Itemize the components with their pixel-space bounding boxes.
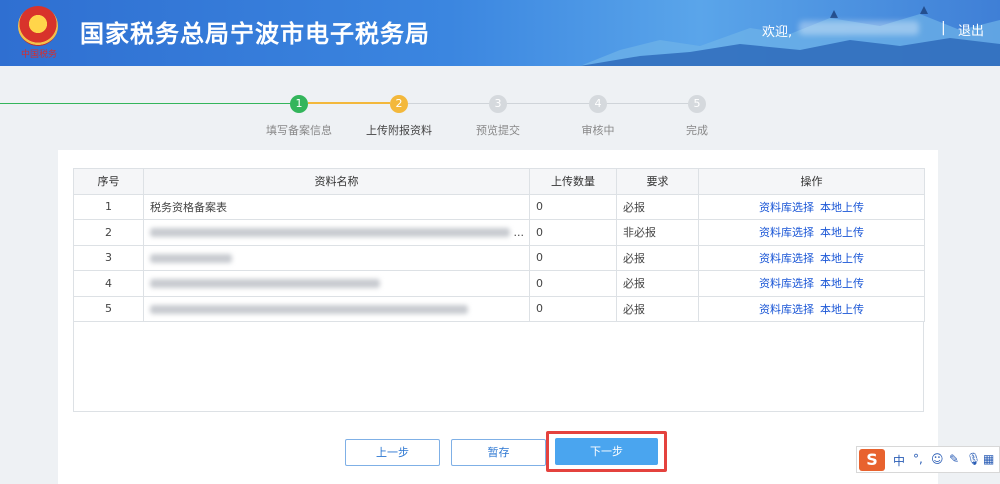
library-select-link[interactable]: 资料库选择 <box>759 277 814 290</box>
table-row: 1 税务资格备案表 0 必报 资料库选择 本地上传 <box>73 193 925 220</box>
sogou-logo-icon[interactable]: S <box>859 449 885 471</box>
step-3-circle: 3 <box>489 95 507 113</box>
library-select-link[interactable]: 资料库选择 <box>759 252 814 265</box>
row-name <box>143 270 530 297</box>
step-3-label: 预览提交 <box>476 124 520 137</box>
step-1-label: 填写备案信息 <box>266 124 332 137</box>
step-progress-line-todo <box>408 103 698 104</box>
library-select-link[interactable]: 资料库选择 <box>759 226 814 239</box>
row-requirement: 必报 <box>616 244 699 271</box>
logout-link[interactable]: 退出 <box>958 20 984 39</box>
header-no: 序号 <box>73 168 144 195</box>
save-draft-button[interactable]: 暂存 <box>451 439 546 466</box>
table-header-row: 序号 资料名称 上传数量 要求 操作 <box>73 168 925 195</box>
row-no: 2 <box>73 219 144 246</box>
pen-icon[interactable]: ✎ <box>949 452 959 466</box>
row-name-ellipsis: ... <box>513 225 525 239</box>
row-requirement: 必报 <box>616 193 699 220</box>
local-upload-link[interactable]: 本地上传 <box>820 252 864 265</box>
header-separator: | <box>941 20 946 36</box>
table-row: 3 0 必报 资料库选择 本地上传 <box>73 244 925 271</box>
header-actions: 操作 <box>698 168 925 195</box>
local-upload-link[interactable]: 本地上传 <box>820 303 864 316</box>
table-empty-area <box>73 322 924 412</box>
microphone-icon[interactable]: 🎙 <box>966 452 981 466</box>
redacted-text <box>150 228 510 238</box>
library-select-link[interactable]: 资料库选择 <box>759 303 814 316</box>
step-4-circle: 4 <box>589 95 607 113</box>
redacted-text <box>150 253 232 263</box>
step-progress-line-active <box>308 102 390 104</box>
step-progress-line-done <box>0 103 292 104</box>
grid-icon[interactable]: ▦ <box>983 452 994 466</box>
local-upload-link[interactable]: 本地上传 <box>820 277 864 290</box>
site-title: 国家税务总局宁波市电子税务局 <box>80 20 430 48</box>
emoji-icon[interactable]: ☺ <box>931 452 944 466</box>
row-count: 0 <box>529 244 617 271</box>
row-requirement: 非必报 <box>616 219 699 246</box>
row-name-text: 税务资格备案表 <box>150 200 227 214</box>
row-actions: 资料库选择 本地上传 <box>698 219 925 246</box>
header-name: 资料名称 <box>143 168 530 195</box>
next-step-button[interactable]: 下一步 <box>555 438 658 465</box>
table-row: 4 0 必报 资料库选择 本地上传 <box>73 270 925 297</box>
row-name: ... <box>143 219 530 246</box>
table-row: 2 ... 0 非必报 资料库选择 本地上传 <box>73 219 925 246</box>
step-2-circle: 2 <box>390 95 408 113</box>
table-row: 5 0 必报 资料库选择 本地上传 <box>73 295 925 322</box>
welcome-text: 欢迎, <box>762 25 793 40</box>
step-5-label: 完成 <box>686 124 708 137</box>
row-count: 0 <box>529 270 617 297</box>
row-no: 4 <box>73 270 144 297</box>
row-name <box>143 295 530 322</box>
row-no: 5 <box>73 295 144 322</box>
row-name: 税务资格备案表 <box>143 193 530 220</box>
row-name <box>143 244 530 271</box>
national-emblem-icon <box>18 6 58 46</box>
row-count: 0 <box>529 295 617 322</box>
row-requirement: 必报 <box>616 270 699 297</box>
row-actions: 资料库选择 本地上传 <box>698 295 925 322</box>
header-requirement: 要求 <box>616 168 699 195</box>
row-actions: 资料库选择 本地上传 <box>698 270 925 297</box>
row-count: 0 <box>529 193 617 220</box>
step-2-label: 上传附报资料 <box>366 124 432 137</box>
step-1-circle: 1 <box>290 95 308 113</box>
local-upload-link[interactable]: 本地上传 <box>820 201 864 214</box>
redacted-text <box>150 304 468 314</box>
prev-step-button[interactable]: 上一步 <box>345 439 440 466</box>
row-count: 0 <box>529 219 617 246</box>
library-select-link[interactable]: 资料库选择 <box>759 201 814 214</box>
ime-language-toggle[interactable]: 中 <box>893 452 905 469</box>
header-count: 上传数量 <box>529 168 617 195</box>
local-upload-link[interactable]: 本地上传 <box>820 226 864 239</box>
row-actions: 资料库选择 本地上传 <box>698 244 925 271</box>
ime-toolbar[interactable]: S 中 °, ☺ ✎ 🎙 ▦ <box>856 446 1000 473</box>
ime-punctuation-toggle[interactable]: °, <box>913 452 923 466</box>
row-no: 1 <box>73 193 144 220</box>
site-header: 中国税务 国家税务总局宁波市电子税务局 欢迎, | 退出 <box>0 0 1000 66</box>
redacted-text <box>150 279 380 289</box>
attachments-table: 序号 资料名称 上传数量 要求 操作 1 税务资格备案表 0 必报 资料库选择本… <box>73 168 925 322</box>
step-4-label: 审核中 <box>581 124 615 137</box>
row-requirement: 必报 <box>616 295 699 322</box>
step-5-circle: 5 <box>688 95 706 113</box>
emblem-caption: 中国税务 <box>20 50 57 60</box>
redacted-username <box>799 21 919 35</box>
row-actions: 资料库选择 本地上传 <box>698 193 925 220</box>
row-no: 3 <box>73 244 144 271</box>
